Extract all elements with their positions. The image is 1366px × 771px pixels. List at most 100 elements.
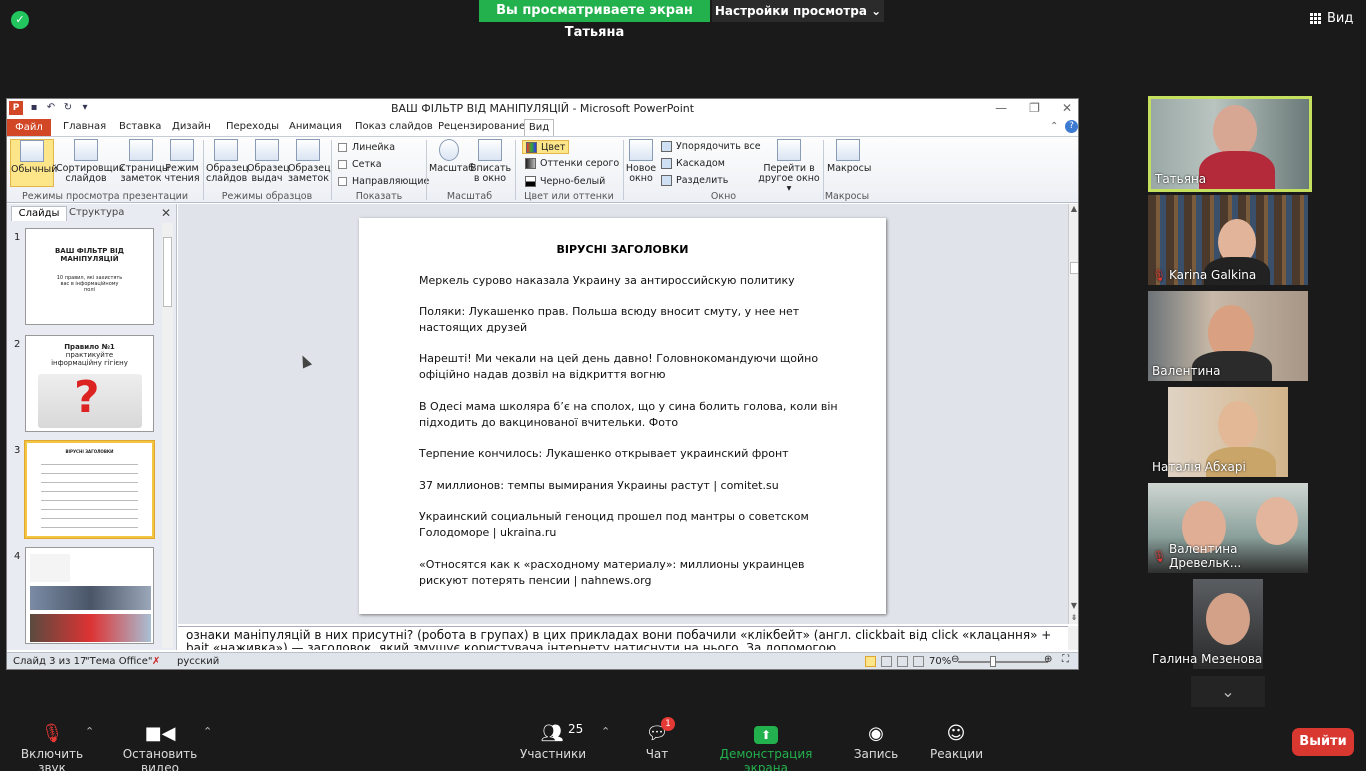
slide-thumbnail-1[interactable]: ВАШ ФІЛЬТР ВІД МАНІПУЛЯЦІЙ 10 правил, як… [25,228,154,325]
scroll-down-icon[interactable]: ▼ [1069,601,1078,610]
participant-tile[interactable]: 🎙︎ Karina Galkina [1148,195,1308,285]
unmute-button[interactable]: 🎙︎ Включить звук [10,721,94,771]
normal-view-status-icon[interactable] [865,656,876,667]
minimize-ribbon-icon[interactable]: ⌃ [1050,121,1058,132]
tab-insert[interactable]: Вставка [119,121,161,132]
reactions-button[interactable]: ☺ Реакции [930,721,983,761]
tab-animation[interactable]: Анимация [289,121,342,132]
zoom-in-icon[interactable]: ⊕ [1044,654,1052,665]
color-button[interactable]: Цвет [522,140,570,154]
tab-review[interactable]: Рецензирование [438,121,525,132]
view-layout-button[interactable]: Вид [1310,8,1360,30]
notes-master-label-2: заметок [288,173,329,184]
slide-thumbnail-2[interactable]: Правило №1 практикуйте інформаційну гігі… [25,335,154,432]
slide-title: ВІРУСНІ ЗАГОЛОВКИ [556,243,689,256]
notes-pane[interactable]: ознаки маніпуляцій в них присутні? (робо… [178,626,1068,650]
window-title: ВАШ ФІЛЬТР ВІД МАНІПУЛЯЦІЙ - Microsoft P… [390,102,695,115]
participant-tile[interactable]: Татьяна [1148,96,1312,192]
slide-sorter-button[interactable]: Сортировщик слайдов [56,139,125,184]
stop-video-button[interactable]: ■◀ Остановить видео [108,721,212,771]
tab-view[interactable]: Вид [524,119,554,137]
participant-tile[interactable]: Валентина [1148,291,1308,381]
participants-options-caret-icon[interactable]: ⌃ [601,725,610,738]
zoom-out-icon[interactable]: ⊖ [951,654,959,665]
switch-windows-button[interactable]: Перейти в другое окно ▾ [757,139,821,194]
zoom-percent[interactable]: 70% [929,656,951,667]
record-button[interactable]: ◉ Запись [852,721,900,761]
switch-windows-icon [777,139,801,161]
split-button[interactable]: Разделить [661,175,728,186]
participant-tile[interactable]: 🎙︎ Валентина Древельк... [1148,483,1308,573]
arrange-all-button[interactable]: Упорядочить все [661,141,761,152]
tab-home[interactable]: Главная [63,121,106,132]
participant-name: Татьяна [1155,172,1206,186]
grayscale-button[interactable]: Оттенки серого [525,158,619,169]
tab-file[interactable]: Файл [7,119,51,136]
language-indicator[interactable]: русский [177,656,219,667]
tab-outline[interactable]: Структура [69,207,133,218]
slide-master-label-2: слайдов [206,173,248,184]
scrollbar-thumb[interactable] [1070,262,1078,274]
slide-thumbnail-4[interactable] [25,547,154,644]
headline-item: Терпение кончилось: Лукашенко открывает … [419,447,789,460]
new-window-button[interactable]: Новое окно [624,139,658,184]
zoom-label: Масштаб [429,163,475,174]
participant-tile[interactable]: Галина Мезенова [1148,579,1308,669]
participant-tile[interactable]: Наталія Абхарі [1148,387,1308,477]
slide-master-button[interactable]: Образец слайдов [206,139,249,184]
reading-status-icon[interactable] [897,656,908,667]
slides-scrollbar[interactable] [162,223,173,648]
cascade-button[interactable]: Каскадом [661,158,725,169]
restore-icon[interactable]: ❐ [1029,101,1040,115]
ruler-checkbox[interactable]: Линейка [338,142,395,153]
chevron-down-icon: ⌄ [871,4,882,18]
zoom-button[interactable]: Масштаб [429,139,475,174]
slide-scrollbar[interactable]: ▲ ▼ ⇟ [1068,204,1078,624]
fit-slide-icon[interactable]: ⛶ [1062,654,1069,665]
minimize-icon[interactable]: — [995,101,1007,115]
scroll-up-icon[interactable]: ▲ [1069,204,1078,213]
security-shield-icon[interactable]: ✓ [11,11,29,29]
ppt-titlebar: P ▪ ↶ ↻ ▾ ВАШ ФІЛЬТР ВІД МАНІПУЛЯЦІЙ - M… [7,99,1078,119]
macros-button[interactable]: Макросы [827,139,871,174]
tab-slideshow[interactable]: Показ слайдов [355,121,433,132]
tab-design[interactable]: Дизайн [172,121,211,132]
close-panel-icon[interactable]: ✕ [161,206,171,220]
status-bar: Слайд 3 из 17 "Тема Office" ✗ русский 70… [7,652,1078,669]
share-screen-icon: ⬆ [754,726,778,744]
notes-page-button[interactable]: Страницы заметок [119,139,169,184]
guides-checkbox[interactable]: Направляющие [338,176,429,187]
spellcheck-icon[interactable]: ✗ [152,656,160,667]
color-icon [526,141,537,153]
fit-window-button[interactable]: Вписать в окно [470,139,511,184]
normal-view-button[interactable]: Обычный [10,139,57,187]
notes-scrollbar[interactable] [1068,626,1078,650]
sorter-status-icon[interactable] [881,656,892,667]
close-icon[interactable]: ✕ [1062,101,1072,115]
zoom-slider[interactable] [958,661,1048,663]
reading-view-button[interactable]: Режим чтения [163,139,201,184]
help-icon[interactable]: ? [1065,120,1078,133]
view-options-button[interactable]: Настройки просмотра ⌄ [712,0,884,22]
slideshow-status-icon[interactable] [913,656,924,667]
scrollbar-thumb[interactable] [163,237,172,307]
next-slide-icon[interactable]: ⇟ [1069,613,1078,622]
grayscale-icon [525,158,536,169]
share-screen-button[interactable]: ⬆ Демонстрация экрана [703,721,829,771]
more-participants-chevron-icon[interactable]: ⌄ [1191,676,1265,707]
video-options-caret-icon[interactable]: ⌃ [203,725,212,738]
notes-master-button[interactable]: Образец заметок [288,139,331,184]
black-white-button[interactable]: Черно-белый [525,176,605,187]
grid-checkbox[interactable]: Сетка [338,159,382,170]
handout-master-button[interactable]: Образец выдач [247,139,290,184]
chat-label: Чат [645,747,669,761]
tab-slides[interactable]: Слайды [11,206,67,221]
tab-transitions[interactable]: Переходы [226,121,279,132]
reading-view-icon [170,139,194,161]
audio-options-caret-icon[interactable]: ⌃ [85,725,94,738]
leave-meeting-button[interactable]: Выйти [1292,728,1354,756]
zoom-slider-knob[interactable] [990,656,996,667]
current-slide[interactable]: ВІРУСНІ ЗАГОЛОВКИ Меркель сурово наказал… [359,218,886,614]
thumb-subtitle: практикуйте інформаційну гігієну [51,351,128,367]
slide-thumbnail-3[interactable]: ВІРУСНІ ЗАГОЛОВКИ [25,441,154,538]
